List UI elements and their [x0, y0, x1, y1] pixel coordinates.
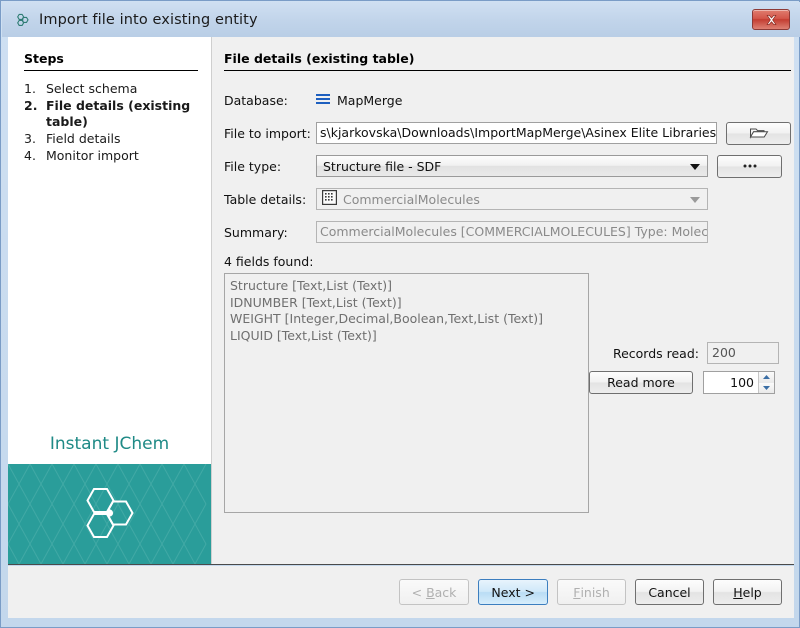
ellipsis-icon: [743, 164, 756, 168]
table-details-value-block: CommercialMolecules: [316, 188, 791, 210]
stepper-buttons: [758, 372, 774, 393]
summary-row: Summary: CommercialMolecules [COMMERCIAL…: [224, 221, 791, 243]
file-type-label: File type:: [224, 158, 282, 174]
summary-label: Summary:: [224, 224, 288, 240]
next-button[interactable]: Next >: [478, 579, 548, 605]
read-more-row: Read more 100: [589, 371, 779, 394]
records-count-stepper[interactable]: 100: [703, 371, 775, 394]
chevron-down-icon: [690, 197, 700, 203]
brand-panel: [8, 464, 211, 564]
dialog-window: Import file into existing entity Steps 1…: [0, 0, 800, 628]
read-more-button[interactable]: Read more: [589, 371, 693, 394]
step-label: Field details: [46, 131, 121, 146]
database-value-block: MapMerge: [316, 93, 791, 108]
finish-label-rest: inish: [580, 584, 610, 600]
chevron-down-icon: [690, 164, 700, 170]
title-bar: Import file into existing entity: [2, 2, 800, 37]
cancel-label: Cancel: [648, 584, 691, 600]
help-button[interactable]: Help: [713, 579, 782, 605]
file-type-options-button[interactable]: [717, 154, 782, 178]
window-title: Import file into existing entity: [39, 11, 258, 28]
table-details-selected-value: CommercialMolecules: [343, 191, 480, 207]
step-number: 4.: [24, 148, 36, 163]
file-to-import-row: File to import: s\kjarkovska\Downloads\I…: [224, 121, 791, 145]
back-mnemonic: B: [426, 584, 435, 600]
list-item[interactable]: IDNUMBER [Text,List (Text)]: [230, 295, 583, 312]
file-type-selected-value: Structure file - SDF: [323, 158, 442, 174]
form: Database: MapMerge File to import: s\kja…: [224, 89, 791, 513]
records-read-row: Records read: 200: [589, 342, 779, 364]
records-read-value: 200: [707, 342, 779, 364]
stepper-up-icon[interactable]: [759, 372, 774, 383]
file-type-value-block: Structure file - SDF: [316, 154, 791, 178]
fields-found-label: 4 fields found:: [224, 254, 314, 269]
table-details-row: Table details: CommercialMolecules: [224, 188, 791, 210]
molecule-icon: [13, 11, 31, 29]
help-label-rest: elp: [742, 584, 762, 600]
finish-mnemonic: F: [573, 584, 581, 600]
table-grid-icon: [321, 189, 338, 208]
database-stack-icon: [316, 93, 330, 108]
file-type-select[interactable]: Structure file - SDF: [316, 155, 708, 177]
step-item-4[interactable]: 4. Monitor import: [24, 148, 199, 164]
step-item-1[interactable]: 1. Select schema: [24, 81, 199, 97]
steps-heading: Steps: [24, 51, 198, 71]
cancel-button[interactable]: Cancel: [635, 579, 704, 605]
list-item[interactable]: Structure [Text,List (Text)]: [230, 278, 583, 295]
finish-button[interactable]: Finish: [557, 579, 626, 605]
close-icon[interactable]: [752, 9, 790, 30]
records-controls: Records read: 200 Read more 100: [589, 342, 779, 401]
table-details-label: Table details:: [224, 191, 307, 207]
list-item[interactable]: WEIGHT [Integer,Decimal,Boolean,Text,Lis…: [230, 311, 583, 328]
database-name: MapMerge: [337, 92, 403, 108]
table-details-select[interactable]: CommercialMolecules: [316, 188, 708, 210]
footer-button-bar: < Back Next > Finish Cancel Help: [8, 566, 794, 618]
step-label: Monitor import: [46, 148, 139, 163]
page-title: File details (existing table): [224, 51, 791, 71]
step-number: 1.: [24, 81, 36, 96]
dialog-content: Steps 1. Select schema 2. File details (…: [8, 37, 794, 565]
stepper-value[interactable]: 100: [704, 372, 758, 393]
summary-value: CommercialMolecules [COMMERCIALMOLECULES…: [316, 221, 708, 243]
folder-open-icon: [749, 128, 768, 139]
file-to-import-label: File to import:: [224, 125, 311, 141]
main-panel: File details (existing table) Database:: [212, 37, 800, 564]
back-button[interactable]: < Back: [398, 579, 470, 605]
records-read-label: Records read:: [612, 345, 699, 361]
step-label: Select schema: [46, 81, 138, 96]
steps-panel: Steps 1. Select schema 2. File details (…: [8, 37, 212, 564]
step-item-2[interactable]: 2. File details (existing table): [24, 98, 199, 130]
file-type-row: File type: Structure file - SDF: [224, 154, 791, 178]
fields-found-list[interactable]: Structure [Text,List (Text)] IDNUMBER [T…: [224, 273, 589, 513]
database-row: Database: MapMerge: [224, 89, 791, 111]
summary-value-block: CommercialMolecules [COMMERCIALMOLECULES…: [316, 221, 791, 243]
help-mnemonic: H: [733, 584, 743, 600]
back-label-rest: ack: [434, 584, 457, 600]
stepper-down-icon[interactable]: [759, 382, 774, 393]
step-label: File details (existing table): [46, 98, 191, 129]
molecule-logo-icon: [79, 485, 141, 544]
list-item[interactable]: LIQUID [Text,List (Text)]: [230, 328, 583, 345]
step-item-3[interactable]: 3. Field details: [24, 131, 199, 147]
steps-inner: Steps 1. Select schema 2. File details (…: [8, 37, 211, 434]
steps-list: 1. Select schema 2. File details (existi…: [24, 81, 199, 164]
next-label: Next >: [491, 584, 535, 600]
step-number: 3.: [24, 131, 36, 146]
step-number: 2.: [24, 98, 38, 113]
file-path-input[interactable]: s\kjarkovska\Downloads\ImportMapMerge\As…: [316, 122, 717, 144]
file-to-import-value-block: s\kjarkovska\Downloads\ImportMapMerge\As…: [316, 121, 791, 145]
browse-file-button[interactable]: [726, 121, 791, 145]
close-glyph: [765, 14, 777, 25]
database-label: Database:: [224, 92, 288, 108]
brand-name: Instant JChem: [49, 434, 170, 454]
